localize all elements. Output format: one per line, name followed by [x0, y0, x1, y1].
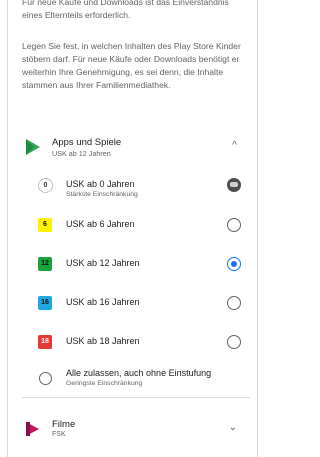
play-movies-icon [26, 422, 39, 436]
radio-button[interactable] [227, 218, 241, 232]
rating-sublabel: Stärkste Einschränkung [66, 191, 138, 198]
chevron-down-icon[interactable]: ⌄ [229, 422, 237, 433]
apps-section-header[interactable]: Apps und Spiele USK ab 12 Jahren ^ [8, 128, 257, 168]
rating-label: USK ab 16 Jahren [66, 297, 140, 307]
usk-16-badge: 16 [38, 296, 52, 310]
radio-button[interactable] [227, 335, 241, 349]
radio-button-selected[interactable] [227, 257, 241, 271]
rating-label: USK ab 6 Jahren [66, 219, 135, 229]
allow-all-sublabel: Geringste Einschränkung [66, 380, 143, 387]
play-store-apps-icon [26, 139, 40, 155]
intro-paragraph-1: Für neue Käufe und Downloads ist das Ein… [22, 0, 229, 20]
usk-12-badge: 12 [38, 257, 52, 271]
usk-0-badge: 0 [38, 178, 53, 193]
radio-button[interactable] [39, 372, 52, 385]
usk-18-badge: 18 [38, 335, 52, 349]
allow-all-row[interactable]: Alle zulassen, auch ohne Einstufung Geri… [8, 364, 257, 398]
allow-all-label: Alle zulassen, auch ohne Einstufung [66, 368, 212, 378]
usk-6-badge: 6 [38, 218, 52, 232]
radio-button[interactable] [227, 296, 241, 310]
rating-row-usk-6[interactable]: 6 USK ab 6 Jahren [8, 212, 257, 240]
rating-label: USK ab 12 Jahren [66, 258, 140, 268]
parental-controls-screen: Für neue Käufe und Downloads ist das Ein… [8, 0, 257, 457]
films-section-title: Filme [52, 419, 76, 430]
lock-radio-icon [227, 178, 241, 192]
chevron-up-icon[interactable]: ^ [232, 140, 237, 151]
section-divider [22, 397, 250, 398]
rating-row-usk-0[interactable]: 0 USK ab 0 Jahren Stärkste Einschränkung [8, 172, 257, 200]
rating-row-usk-12[interactable]: 12 USK ab 12 Jahren [8, 251, 257, 279]
films-section-header[interactable]: Filme FSK ⌄ [8, 410, 257, 450]
apps-section-subtitle: USK ab 12 Jahren [52, 149, 111, 158]
rating-label: USK ab 0 Jahren [66, 179, 135, 189]
rating-label: USK ab 18 Jahren [66, 336, 140, 346]
apps-section-title: Apps und Spiele [52, 137, 122, 148]
intro-paragraph-2: Legen Sie fest, in welchen Inhalten des … [22, 41, 241, 90]
rating-row-usk-18[interactable]: 18 USK ab 18 Jahren [8, 329, 257, 357]
rating-row-usk-16[interactable]: 16 USK ab 16 Jahren [8, 290, 257, 318]
films-section-subtitle: FSK [52, 431, 66, 438]
